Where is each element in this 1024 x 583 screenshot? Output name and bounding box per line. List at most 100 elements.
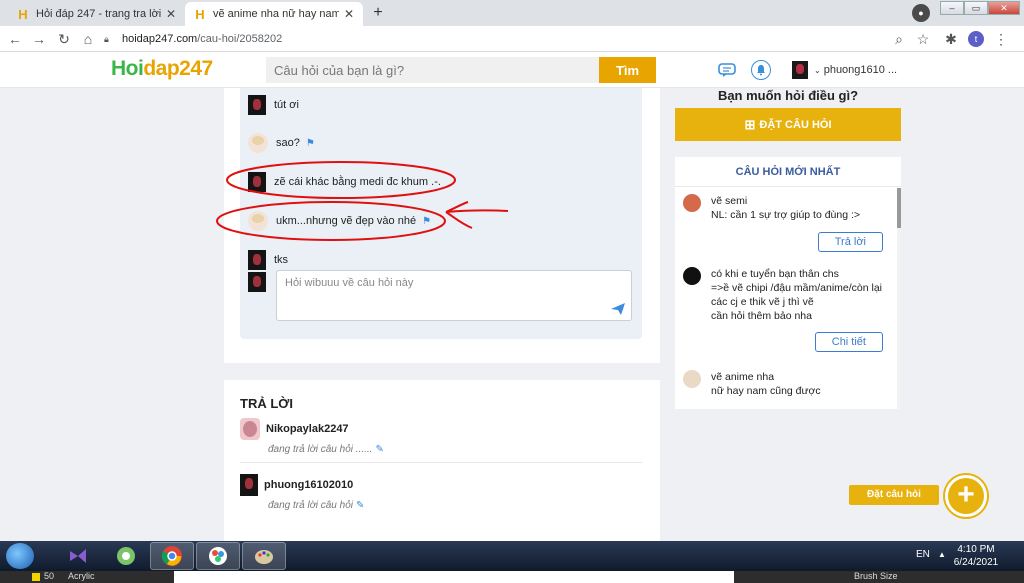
answer-button[interactable]: Trả lời	[817, 232, 883, 252]
site-favicon-icon: H	[195, 6, 205, 22]
comment-text: zẽ cái khác bằng medi đc khum .-.	[274, 176, 441, 188]
extensions-puzzle-icon[interactable]: ✱	[942, 30, 960, 48]
site-favicon-icon: H	[18, 6, 28, 22]
user-menu[interactable]: ⌄ phuong1610 ...	[792, 61, 897, 79]
home-icon[interactable]: ⌂	[79, 30, 97, 48]
language-indicator[interactable]: EN	[916, 549, 930, 560]
comment-reply-input[interactable]	[276, 270, 632, 321]
answer-item: phuong16102010 đang trả lời câu hỏi ✎	[240, 474, 364, 511]
reload-icon[interactable]: ↻	[55, 30, 73, 48]
tab-close-icon[interactable]: ✕	[343, 7, 355, 21]
comment-card: tút ơi sao? ⚑ zẽ cái khác bằng medi đc k…	[224, 88, 660, 363]
answers-heading: TRẢ LỜI	[240, 396, 293, 411]
avatar[interactable]	[248, 133, 268, 153]
pencil-icon: ✎	[375, 444, 384, 455]
layer-name: Acrylic	[68, 571, 95, 581]
windows-taskbar: EN ▲ 4:10 PM 6/24/2021	[0, 541, 1024, 571]
question-text: vẽ anime nha nữ hay nam cũng được	[711, 371, 821, 397]
search-input[interactable]	[266, 57, 599, 83]
tab-title: Hỏi đáp 247 - trang tra lời	[36, 8, 161, 20]
bookmark-star-icon[interactable]: ☆	[914, 30, 932, 48]
maximize-button[interactable]: ▭	[964, 1, 988, 15]
avatar[interactable]	[248, 250, 266, 270]
latest-questions-list[interactable]: vẽ semi NL: cần 1 sự trợ giúp to đùng :>…	[675, 188, 901, 409]
url-path: /cau-hoi/2058202	[197, 33, 283, 45]
avatar	[683, 194, 701, 212]
scrollbar[interactable]	[897, 188, 901, 409]
details-button[interactable]: Chi tiết	[814, 332, 883, 352]
comment-item: tút ơi	[248, 95, 299, 115]
search-button[interactable]: Tìm	[599, 57, 656, 83]
browser-tab-1[interactable]: H Hỏi đáp 247 - trang tra lời ✕	[8, 2, 185, 26]
question-item[interactable]: vẽ anime nha nữ hay nam cũng được	[683, 370, 889, 409]
minimize-button[interactable]: –	[940, 1, 964, 15]
address-bar: ← → ↻ ⌂ 🔒︎ hoidap247.com/cau-hoi/2058202…	[0, 26, 1024, 52]
answer-status: đang trả lời câu hỏi ......	[268, 444, 373, 455]
avatar	[683, 370, 701, 388]
comment-item: tks	[248, 250, 288, 270]
comment-text: ukm...nhưng vẽ đẹp vào nhé	[276, 215, 417, 227]
avatar[interactable]	[248, 95, 266, 115]
browser-menu-dot-icon[interactable]: ●	[912, 4, 930, 22]
site-header: Hoidap247 Tìm ⌄ phuong1610 ...	[0, 52, 1024, 88]
tray-expand-icon[interactable]: ▲	[938, 550, 946, 559]
latest-questions-title: CÂU HỎI MỚI NHẤT	[675, 157, 901, 187]
chevron-down-icon: ⌄	[814, 65, 821, 75]
comment-thread: tút ơi sao? ⚑ zẽ cái khác bằng medi đc k…	[240, 88, 642, 339]
comment-item: zẽ cái khác bằng medi đc khum .-.	[248, 172, 441, 192]
question-item[interactable]: có khi e tuyển bạn thân chs =>ề vẽ chipi…	[683, 267, 889, 357]
bell-icon[interactable]	[751, 60, 771, 80]
add-question-icon: ⊞	[744, 116, 756, 132]
question-item[interactable]: vẽ semi NL: cần 1 sự trợ giúp to đùng :>…	[683, 194, 889, 254]
close-window-button[interactable]: ✕	[988, 1, 1020, 15]
system-clock[interactable]: 4:10 PM 6/24/2021	[946, 543, 1006, 569]
report-flag-icon[interactable]: ⚑	[306, 138, 315, 149]
site-logo[interactable]: Hoidap247	[111, 57, 213, 81]
kebab-menu-icon[interactable]: ⋮	[992, 30, 1010, 48]
avatar	[683, 267, 701, 285]
answer-card: TRẢ LỜI Nikopaylak2247 đang trả lời câu …	[224, 380, 660, 541]
report-flag-icon[interactable]: ⚑	[422, 216, 431, 227]
url-field[interactable]: 🔒︎ hoidap247.com/cau-hoi/2058202	[104, 29, 940, 49]
comment-item: sao? ⚑	[248, 133, 315, 153]
back-arrow-icon[interactable]: ←	[6, 30, 24, 48]
zoom-value: 50	[44, 571, 55, 581]
chat-icon[interactable]	[717, 60, 737, 80]
answerer-name[interactable]: Nikopaylak2247	[266, 423, 349, 435]
comment-text: tks	[274, 254, 289, 266]
chrome-icon[interactable]	[150, 542, 194, 570]
comment-text: sao?	[276, 137, 300, 149]
answer-item: Nikopaylak2247 đang trả lời câu hỏi ....…	[240, 418, 384, 455]
new-tab-button[interactable]: +	[369, 4, 387, 22]
paint-palette-icon[interactable]	[242, 542, 286, 570]
tab-close-icon[interactable]: ✕	[165, 7, 177, 21]
avatar	[248, 272, 266, 292]
question-text: có khi e tuyển bạn thân chs =>ề vẽ chipi…	[711, 268, 883, 322]
paint-app-icon[interactable]	[104, 542, 148, 570]
send-icon[interactable]	[610, 302, 626, 316]
fab-label[interactable]: Đặt câu hỏi	[849, 485, 939, 505]
url-host: hoidap247.com	[122, 33, 198, 45]
answerer-name[interactable]: phuong16102010	[264, 479, 353, 491]
reply-avatar-row	[248, 272, 274, 292]
forward-arrow-icon[interactable]: →	[30, 30, 48, 48]
start-button[interactable]	[6, 543, 34, 569]
comment-text: tút ơi	[274, 99, 299, 111]
floating-add-button[interactable]: +	[945, 475, 987, 517]
ask-question-button[interactable]: ⊞ ĐẶT CÂU HỎI	[675, 108, 901, 141]
avatar[interactable]	[240, 418, 260, 440]
avatar[interactable]	[248, 172, 266, 192]
color-swatch	[32, 573, 40, 581]
avatar[interactable]	[240, 474, 258, 496]
pencil-icon: ✎	[356, 500, 365, 511]
brush-size-label: Brush Size	[854, 571, 898, 581]
browser-tab-bar: H Hỏi đáp 247 - trang tra lời ✕ H vẽ ani…	[0, 0, 1024, 26]
visual-studio-icon[interactable]	[56, 542, 100, 570]
zoom-icon[interactable]: ⌕	[890, 30, 908, 48]
avatar[interactable]	[248, 211, 268, 231]
ask-heading: Bạn muốn hỏi điều gì?	[717, 88, 859, 103]
profile-avatar[interactable]: t	[968, 31, 984, 47]
scrollbar-thumb[interactable]	[897, 188, 901, 228]
browser-tab-2[interactable]: H vẽ anime nha nữ hay nam cũng được ✕	[185, 2, 363, 26]
color-picker-icon[interactable]	[196, 542, 240, 570]
